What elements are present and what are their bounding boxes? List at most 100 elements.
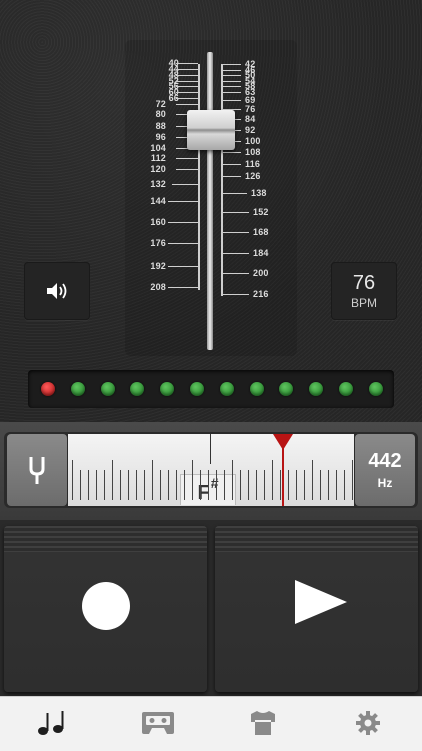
scale-tick-left xyxy=(168,201,198,202)
tuner-tick xyxy=(248,470,249,500)
tuner-tick xyxy=(328,470,329,500)
tuner-tick xyxy=(256,470,257,500)
scale-label-right: 152 xyxy=(253,207,269,217)
scale-label-left: 176 xyxy=(150,238,166,248)
pad-grip xyxy=(4,526,207,552)
beat-led xyxy=(219,382,234,396)
tuning-fork-icon xyxy=(29,457,45,484)
note-accidental: # xyxy=(210,475,219,491)
scale-label-left: 96 xyxy=(155,132,166,142)
scale-tick-left xyxy=(172,184,198,185)
scale-tick-right xyxy=(223,70,241,71)
scale-label-left: 192 xyxy=(150,261,166,271)
tuner-tick xyxy=(72,460,73,500)
tuner-tick xyxy=(304,470,305,500)
scale-tick-right xyxy=(223,193,247,194)
tuner-tick xyxy=(272,460,273,500)
scale-tick-left xyxy=(176,169,198,170)
tuner-tick xyxy=(336,470,337,500)
beat-led xyxy=(160,382,175,396)
tuner-tick xyxy=(192,460,193,500)
tuner-tick xyxy=(200,470,201,500)
scale-tick-right xyxy=(223,232,249,233)
tuner-tick xyxy=(352,460,353,500)
beat-led xyxy=(41,382,55,396)
tuner-needle-cap xyxy=(273,434,293,450)
record-button[interactable] xyxy=(4,526,207,692)
scale-tick-left xyxy=(176,63,198,64)
tab-themes[interactable] xyxy=(243,705,283,741)
scale-label-left: 144 xyxy=(150,196,166,206)
beat-led xyxy=(249,382,264,396)
beat-led xyxy=(100,382,115,396)
tab-recordings[interactable] xyxy=(138,705,178,741)
tuner-tick xyxy=(344,470,345,500)
scale-tick-left xyxy=(176,86,198,87)
scale-label-left: 112 xyxy=(150,153,166,163)
tuner-tick xyxy=(296,470,297,500)
tuner-tick xyxy=(280,470,281,500)
tuner-tick xyxy=(208,470,209,500)
tuner-tick xyxy=(264,470,265,500)
scale-label-left: 120 xyxy=(150,164,166,174)
tempo-value: 76 xyxy=(352,272,376,294)
beat-indicator-bar xyxy=(28,370,394,408)
tuner-tick xyxy=(232,460,233,500)
tab-metronome[interactable] xyxy=(31,705,71,741)
scale-label-right: 100 xyxy=(245,136,261,146)
tuner-tick xyxy=(120,470,121,500)
scale-label-right: 184 xyxy=(253,248,269,258)
tuning-fork-button[interactable] xyxy=(7,434,67,506)
scale-label-right: 76 xyxy=(245,104,256,114)
scale-tick-left xyxy=(176,158,198,159)
scale-tick-left xyxy=(168,287,198,288)
play-icon xyxy=(295,580,347,624)
beat-led xyxy=(190,382,204,396)
tempo-slider-knob[interactable] xyxy=(187,110,235,150)
scale-tick-left xyxy=(168,243,198,244)
scale-label-right: 168 xyxy=(253,227,269,237)
scale-tick-right xyxy=(223,75,241,76)
reference-pitch-button[interactable]: 442 Hz xyxy=(355,434,415,506)
tuner-tick xyxy=(176,470,177,500)
scale-tick-right xyxy=(223,294,249,295)
play-button[interactable] xyxy=(215,526,418,692)
tuner-tick xyxy=(224,470,225,500)
tuner-tick xyxy=(312,460,313,500)
tuner-gauge: F # xyxy=(68,434,354,506)
scale-tick-right xyxy=(223,152,241,153)
scale-label-right: 116 xyxy=(245,159,261,169)
tempo-unit: BPM xyxy=(350,296,377,310)
scale-tick-right xyxy=(223,253,249,254)
tempo-display-button[interactable]: 76 BPM xyxy=(331,262,397,320)
scale-label-right: 108 xyxy=(245,147,261,157)
speaker-icon xyxy=(47,283,67,299)
scale-label-right: 84 xyxy=(245,114,256,124)
tempo-slider-rail[interactable] xyxy=(207,52,213,350)
scale-tick-left xyxy=(176,92,198,93)
scale-tick-right xyxy=(223,86,241,87)
tuner-tick xyxy=(112,460,113,500)
transport-controls xyxy=(0,520,422,696)
scale-label-left: 80 xyxy=(155,109,166,119)
tuner-tick xyxy=(152,460,153,500)
scale-tick-right xyxy=(223,273,249,274)
sound-toggle-button[interactable] xyxy=(24,262,90,320)
scale-tick-left xyxy=(176,69,198,70)
cassette-icon xyxy=(142,712,174,734)
metronome-area: 40 44 48 52 56 60 66 72 80 88 96 104 112 120 132 144 160… xyxy=(0,0,422,422)
tuner-tick xyxy=(144,470,145,500)
tuner-center-mark xyxy=(210,434,211,464)
scale-tick-right xyxy=(223,176,241,177)
tab-settings[interactable] xyxy=(348,705,388,741)
shirt-icon xyxy=(251,711,275,735)
tuner-tick xyxy=(184,470,185,500)
scale-label-right: 200 xyxy=(253,268,269,278)
beat-led xyxy=(130,382,145,396)
beat-led xyxy=(279,382,294,396)
scale-label-right: 138 xyxy=(251,188,267,198)
scale-bracket-right xyxy=(221,64,223,296)
scale-tick-right xyxy=(223,64,241,65)
beat-led xyxy=(339,382,353,396)
tuner-tick xyxy=(80,470,81,500)
